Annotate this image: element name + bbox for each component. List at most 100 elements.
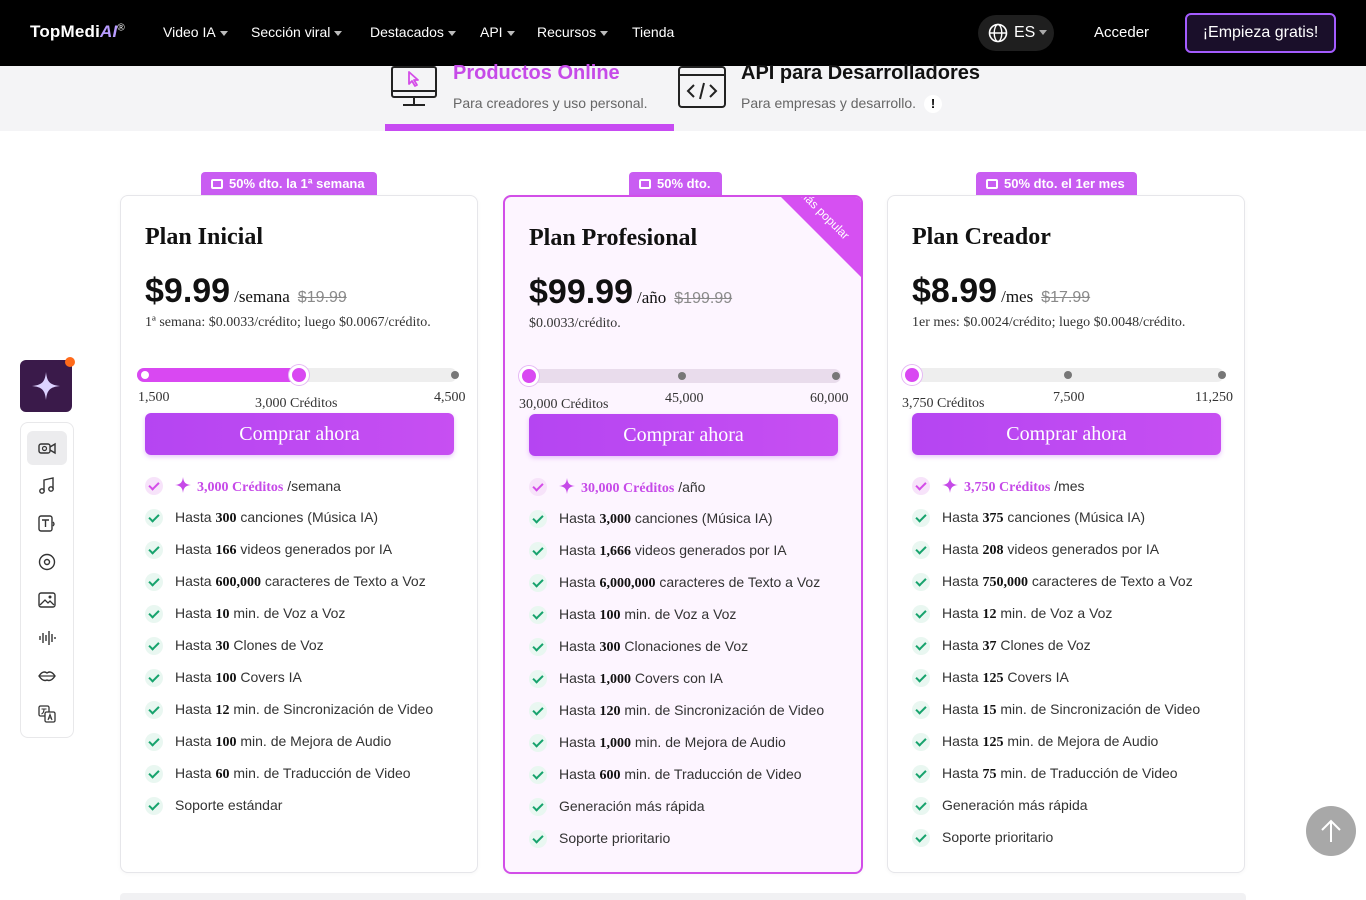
feature-text: Generación más rápida xyxy=(942,797,1088,815)
feature-text: Hasta 6,000,000 caracteres de Texto a Vo… xyxy=(559,574,820,592)
chevron-down-icon xyxy=(506,30,515,36)
nav-item-api[interactable]: API xyxy=(480,24,515,40)
feature-number: 300 xyxy=(215,511,237,526)
language-code: ES xyxy=(1014,24,1036,41)
feature-text: Soporte prioritario xyxy=(942,829,1053,847)
feature-prefix: Hasta xyxy=(559,734,600,750)
slider-stop[interactable] xyxy=(1064,371,1072,379)
tools-sidebar xyxy=(20,422,74,738)
slider-stop[interactable] xyxy=(1218,371,1226,379)
ai-assistant-button[interactable] xyxy=(20,357,75,412)
chevron-down-icon xyxy=(447,30,456,36)
feature-number: 100 xyxy=(215,735,237,750)
language-selector[interactable]: ES xyxy=(978,15,1054,51)
feature-prefix: Soporte estándar xyxy=(175,797,283,813)
feature-prefix: Hasta xyxy=(175,765,216,781)
check-icon xyxy=(529,670,547,688)
sidebar-item-audio[interactable] xyxy=(27,621,67,655)
credits-slider[interactable] xyxy=(137,365,459,385)
feature-number: 750,000 xyxy=(982,575,1028,590)
slider-knob[interactable] xyxy=(519,366,539,386)
slider-label-max: 11,250 xyxy=(1195,390,1233,405)
info-alert-icon[interactable]: ! xyxy=(924,95,943,113)
sidebar-item-translate[interactable] xyxy=(27,697,67,731)
nav-item-seccion-viral[interactable]: Sección viral xyxy=(251,24,343,40)
check-icon xyxy=(145,797,163,815)
feature-suffix: min. de Traducción de Video xyxy=(996,765,1178,781)
feature-text: Soporte prioritario xyxy=(559,830,670,848)
slider-label-mid: 45,000 xyxy=(665,391,704,406)
tab-api-developers[interactable]: API para Desarrolladores Para empresas y… xyxy=(674,62,1004,131)
feature-text: Hasta 600 min. de Traducción de Video xyxy=(559,766,802,784)
feature-number: 100 xyxy=(599,608,621,623)
disc-icon xyxy=(38,553,56,571)
buy-now-button[interactable]: Comprar ahora xyxy=(912,413,1221,455)
feature-suffix: min. de Sincronización de Video xyxy=(229,701,434,717)
check-icon xyxy=(145,733,163,751)
check-icon xyxy=(529,606,547,624)
price-note: $0.0033/crédito. xyxy=(529,316,621,331)
sidebar-item-covers[interactable] xyxy=(27,545,67,579)
price-amount: $9.99 xyxy=(145,272,231,310)
tab-online-products[interactable]: Productos Online Para creadores y uso pe… xyxy=(385,62,674,131)
check-icon xyxy=(912,701,930,719)
slider-knob[interactable] xyxy=(289,365,309,385)
check-icon xyxy=(145,701,163,719)
credits-slider[interactable] xyxy=(902,365,1226,385)
scroll-to-top-button[interactable] xyxy=(1306,806,1356,856)
sidebar-item-text-to-speech[interactable] xyxy=(27,507,67,541)
slider-stop[interactable] xyxy=(141,371,149,379)
feature-suffix: Covers con IA xyxy=(630,670,723,686)
slider-stop[interactable] xyxy=(832,372,840,380)
slider-stop[interactable] xyxy=(678,372,686,380)
feature-number: 6,000,000 xyxy=(599,576,656,591)
feature-prefix: Hasta xyxy=(942,733,983,749)
feature-prefix: Hasta xyxy=(942,605,983,621)
feature-prefix: Hasta xyxy=(559,670,600,686)
chevron-down-icon xyxy=(1039,30,1047,35)
feature-number: 30 xyxy=(215,639,230,654)
feature-prefix: Hasta xyxy=(559,766,600,782)
feature-text: 3,000 Créditos /semana xyxy=(175,477,341,496)
nav-item-tienda[interactable]: Tienda xyxy=(632,24,674,40)
price-period: /semana xyxy=(234,287,290,306)
credits-slider[interactable] xyxy=(519,366,841,386)
check-icon xyxy=(529,702,547,720)
nav-item-label: Video IA xyxy=(163,24,216,40)
credits-period: /mes xyxy=(1054,478,1085,494)
tab-subtitle: Para creadores y uso personal. xyxy=(453,95,648,111)
buy-now-button[interactable]: Comprar ahora xyxy=(529,414,838,456)
nav-item-destacados[interactable]: Destacados xyxy=(370,24,456,40)
topmedia-logo[interactable]: TopMediAI® xyxy=(30,22,125,42)
feature-text: 30,000 Créditos /año xyxy=(559,478,705,497)
nav-item-label: API xyxy=(480,24,503,40)
feature-suffix: canciones (Música IA) xyxy=(630,510,773,526)
top-navigation: TopMediAI® Video IA Sección viral Destac… xyxy=(0,0,1366,66)
old-price: $17.99 xyxy=(1041,289,1091,306)
sidebar-item-video[interactable] xyxy=(27,431,67,465)
waveform-icon xyxy=(39,631,56,645)
login-link[interactable]: Acceder xyxy=(1094,24,1149,41)
slider-knob[interactable] xyxy=(902,365,922,385)
slider-stop[interactable] xyxy=(451,371,459,379)
sidebar-item-music[interactable] xyxy=(27,469,67,503)
arrow-up-icon xyxy=(1321,819,1341,842)
sparkle-icon xyxy=(559,478,575,494)
start-free-button[interactable]: ¡Empieza gratis! xyxy=(1185,13,1336,53)
feature-text: Hasta 1,000 Covers con IA xyxy=(559,670,723,688)
feature-suffix: min. de Voz a Voz xyxy=(996,605,1113,621)
sparkle-icon xyxy=(175,477,191,493)
feature-text: 3,750 Créditos /mes xyxy=(942,477,1085,496)
check-icon xyxy=(529,830,547,848)
feature-suffix: caracteres de Texto a Voz xyxy=(655,574,821,590)
feature-text: Soporte estándar xyxy=(175,797,282,815)
nav-item-video-ia[interactable]: Video IA xyxy=(163,24,228,40)
feature-suffix: videos generados por IA xyxy=(630,542,787,558)
sidebar-item-image[interactable] xyxy=(27,583,67,617)
feature-number: 1,000 xyxy=(599,672,631,687)
buy-now-button[interactable]: Comprar ahora xyxy=(145,413,454,455)
nav-item-recursos[interactable]: Recursos xyxy=(537,24,609,40)
feature-suffix: Clones de Voz xyxy=(996,637,1091,653)
sidebar-item-lip-sync[interactable] xyxy=(27,659,67,693)
feature-suffix: min. de Traducción de Video xyxy=(620,766,802,782)
